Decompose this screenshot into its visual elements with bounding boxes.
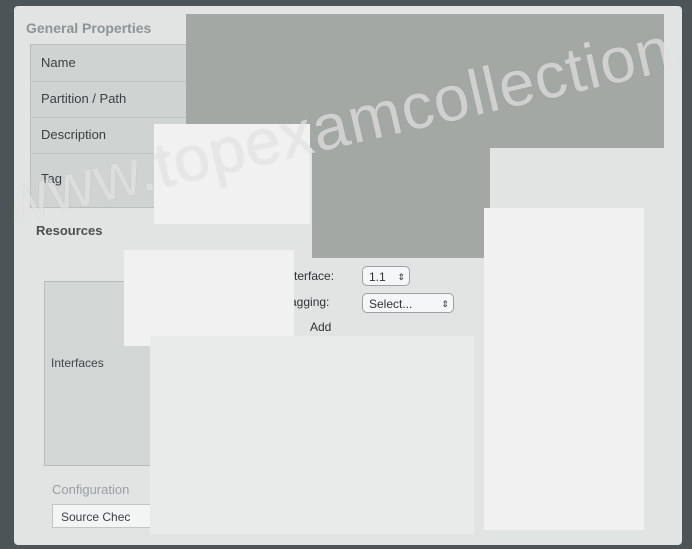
resources-title: Resources (36, 223, 103, 238)
interface-select[interactable]: 1.1 ⇕ (362, 266, 410, 286)
property-label-partition: Partition / Path (41, 91, 127, 106)
redacted-area (124, 250, 294, 346)
property-label-description: Description (41, 127, 107, 142)
screen-area: General Properties Name Partition / Path… (14, 6, 682, 545)
select-arrows-icon: ⇕ (441, 299, 449, 309)
configuration-title: Configuration (52, 482, 130, 497)
property-label-tag: Tag (41, 171, 62, 186)
interfaces-label: Interfaces (51, 356, 104, 370)
redacted-area (484, 208, 644, 530)
property-label-name: Name (41, 55, 76, 70)
redacted-area (312, 146, 490, 258)
redacted-area (154, 124, 310, 224)
source-check-label: Source Chec (61, 510, 131, 524)
select-arrows-icon: ⇕ (397, 272, 405, 282)
tagging-select-value: Select... (369, 297, 413, 311)
source-check-field[interactable]: Source Chec (52, 504, 162, 528)
add-button[interactable]: Add (310, 320, 331, 334)
redacted-area (150, 336, 474, 534)
tagging-select[interactable]: Select... ⇕ (362, 293, 454, 313)
general-properties-title: General Properties (26, 20, 152, 36)
interface-select-value: 1.1 (369, 270, 386, 284)
